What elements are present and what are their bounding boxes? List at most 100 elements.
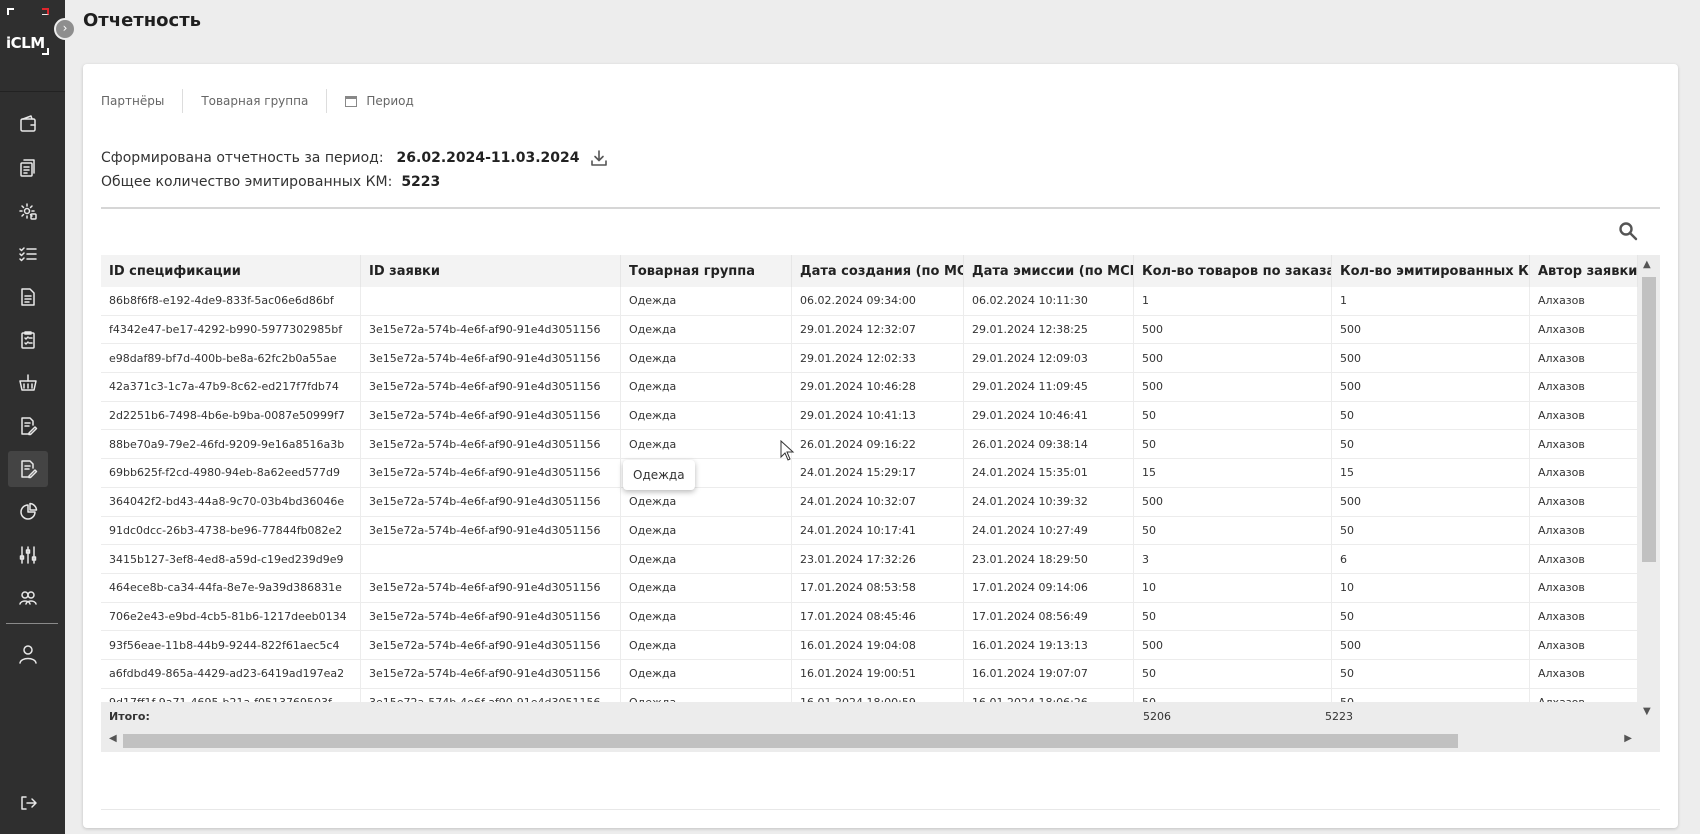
nav-document-icon[interactable] <box>8 279 48 315</box>
col-author-cell: Алхазов <box>1530 659 1638 688</box>
col-request-id-header[interactable]: ID заявки <box>361 255 621 287</box>
col-created-at-header[interactable]: Дата создания (по МСК) <box>792 255 964 287</box>
nav-user-icon[interactable] <box>8 636 48 672</box>
nav-task-list-icon[interactable] <box>8 322 48 358</box>
sidebar-collapse-button[interactable]: › <box>54 18 76 40</box>
table-row[interactable]: 42a371c3-1c7a-47b9-8c62-ed217f7fdb74 3e15… <box>101 373 1638 402</box>
vertical-scroll-thumb[interactable] <box>1642 277 1656 562</box>
col-author-header[interactable]: Автор заявки <box>1530 255 1638 287</box>
col-spec-id-header[interactable]: ID спецификации <box>101 255 361 287</box>
table-row[interactable]: 69bb625f-f2cd-4980-94eb-8a62eed577d9 3e15… <box>101 459 1638 488</box>
col-emitted-at-cell: 06.02.2024 10:11:30 <box>964 287 1134 315</box>
sidebar-divider <box>6 623 58 624</box>
col-emitted-qty-cell: 500 <box>1332 631 1530 659</box>
report-card: Партнёры Товарная группа Период Сформиро… <box>83 64 1678 828</box>
col-emitted-qty-header[interactable]: Кол-во эмитированных КМ <box>1332 255 1530 287</box>
table-row[interactable]: 86b8f6f8-e192-4de9-833f-5ac06e6d86bf Одеж… <box>101 287 1638 316</box>
nav-checklist-icon[interactable] <box>8 236 48 272</box>
col-created-at-cell: 16.01.2024 19:00:51 <box>792 659 964 688</box>
filter-period-label: Период <box>366 94 414 108</box>
nav-settings-icon[interactable] <box>8 193 48 229</box>
col-created-at-cell: 29.01.2024 12:32:07 <box>792 315 964 344</box>
col-request-id-cell: 3e15e72a-574b-4e6f-af90-91e4d3051156 <box>361 573 621 602</box>
filter-product-group[interactable]: Товарная группа <box>183 89 328 113</box>
col-request-id-cell: 3e15e72a-574b-4e6f-af90-91e4d3051156 <box>361 631 621 659</box>
totals-emitted: 5223 <box>1325 709 1353 723</box>
nav-sliders-icon[interactable] <box>8 537 48 573</box>
horizontal-scrollbar[interactable]: ◀ ▶ <box>101 730 1660 752</box>
col-emitted-qty-cell: 500 <box>1332 344 1530 373</box>
col-emitted-at-header[interactable]: Дата эмиссии (по МСК) <box>964 255 1134 287</box>
col-product-group-cell: Одежда <box>621 344 792 373</box>
col-orders-qty-cell: 50 <box>1134 401 1332 430</box>
col-author-cell: Алхазов <box>1530 516 1638 545</box>
col-author-cell: Алхазов <box>1530 430 1638 459</box>
col-created-at-cell: 16.01.2024 18:00:59 <box>792 688 964 702</box>
filter-period[interactable]: Период <box>327 89 431 113</box>
filter-partners[interactable]: Партнёры <box>101 89 184 113</box>
nav-documents-icon[interactable] <box>8 150 48 186</box>
col-request-id-cell: 3e15e72a-574b-4e6f-af90-91e4d3051156 <box>361 344 621 373</box>
table-row[interactable]: 93f56eae-11b8-44b9-9244-822f61aec5c4 3e15… <box>101 631 1638 660</box>
horizontal-scroll-thumb[interactable] <box>123 734 1458 748</box>
scroll-right-icon[interactable]: ▶ <box>1624 733 1632 744</box>
col-product-group-header[interactable]: Товарная группа <box>621 255 792 287</box>
nav-users-icon[interactable] <box>8 580 48 616</box>
nav-edit-document-icon[interactable] <box>8 408 48 444</box>
table-row[interactable]: e98daf89-bf7d-400b-be8a-62fc2b0a55ae 3e15… <box>101 344 1638 374</box>
vertical-scrollbar[interactable]: ▲ ▼ <box>1638 255 1660 730</box>
table-row[interactable]: 88be70a9-79e2-46fd-9209-9e16a8516a3b 3e15… <box>101 430 1638 460</box>
col-product-group-cell: Одежда <box>621 573 792 602</box>
col-orders-qty-header[interactable]: Кол-во товаров по заказам <box>1134 255 1332 287</box>
table-row[interactable]: 706e2e43-e9bd-4cb5-81b6-1217deeb0134 3e15… <box>101 602 1638 632</box>
table-row[interactable]: 3415b127-3ef8-4ed8-a59d-c19ed239d9e9 Одеж… <box>101 545 1638 574</box>
col-request-id-cell: 3e15e72a-574b-4e6f-af90-91e4d3051156 <box>361 659 621 688</box>
table-row[interactable]: 364042f2-bd43-44a8-9c70-03b4bd36046e 3e15… <box>101 487 1638 517</box>
col-orders-qty-cell: 1 <box>1134 287 1332 315</box>
col-emitted-at-cell: 26.01.2024 09:38:14 <box>964 430 1134 459</box>
col-product-group-cell: Одежда <box>621 631 792 659</box>
logo-corner-tr <box>42 8 49 15</box>
col-emitted-qty-cell: 10 <box>1332 573 1530 602</box>
col-author-cell: Алхазов <box>1530 401 1638 430</box>
download-icon[interactable] <box>590 149 608 167</box>
col-request-id-cell: 3e15e72a-574b-4e6f-af90-91e4d3051156 <box>361 315 621 344</box>
table-row[interactable]: 2d2251b6-7498-4b6e-b9ba-0087e50999f7 3e15… <box>101 401 1638 431</box>
table-row[interactable]: f4342e47-be17-4292-b990-5977302985bf 3e15… <box>101 315 1638 345</box>
scroll-left-icon[interactable]: ◀ <box>109 733 117 744</box>
col-request-id-cell: 3e15e72a-574b-4e6f-af90-91e4d3051156 <box>361 401 621 430</box>
col-emitted-at-cell: 16.01.2024 19:07:07 <box>964 659 1134 688</box>
col-product-group-cell: Одежда <box>621 401 792 430</box>
col-request-id-cell: 3e15e72a-574b-4e6f-af90-91e4d3051156 <box>361 688 621 702</box>
col-emitted-at-cell: 24.01.2024 15:35:01 <box>964 459 1134 487</box>
col-spec-id-cell: f4342e47-be17-4292-b990-5977302985bf <box>101 315 361 344</box>
table-row[interactable]: 91dc0dcc-26b3-4738-be96-77844fb082e2 3e15… <box>101 516 1638 546</box>
table-row[interactable]: 464ece8b-ca34-44fa-8e7e-9a39d386831e 3e15… <box>101 573 1638 603</box>
col-emitted-at-cell: 16.01.2024 19:13:13 <box>964 631 1134 659</box>
app-logo[interactable]: iCLM <box>4 8 52 56</box>
col-emitted-qty-cell: 50 <box>1332 516 1530 545</box>
col-product-group-cell: Одежда <box>621 516 792 545</box>
calendar-icon <box>345 95 358 107</box>
col-created-at-cell: 24.01.2024 10:17:41 <box>792 516 964 545</box>
sidebar-divider <box>0 91 65 92</box>
scroll-down-icon[interactable]: ▼ <box>1643 706 1651 717</box>
col-product-group-cell: Одежда <box>621 487 792 516</box>
report-summary: Сформирована отчетность за период: 26.02… <box>101 146 608 194</box>
col-emitted-at-cell: 29.01.2024 10:46:41 <box>964 401 1134 430</box>
col-orders-qty-cell: 500 <box>1134 631 1332 659</box>
nav-basket-icon[interactable] <box>8 365 48 401</box>
nav-pie-chart-icon[interactable] <box>8 494 48 530</box>
col-author-cell: Алхазов <box>1530 631 1638 659</box>
table-row[interactable]: 9d17ff1f-9a71-4695-b21a-f0513769503f3e15… <box>101 688 1638 702</box>
nav-reports-icon[interactable] <box>8 451 48 487</box>
col-created-at-cell: 24.01.2024 15:29:17 <box>792 459 964 487</box>
nav-logout-icon[interactable] <box>8 785 48 821</box>
col-product-group-cell: Одежда <box>621 688 792 702</box>
col-orders-qty-cell: 15 <box>1134 459 1332 487</box>
nav-wallet-icon[interactable] <box>8 106 48 142</box>
scroll-up-icon[interactable]: ▲ <box>1643 259 1651 270</box>
table-row[interactable]: a6fdbd49-865a-4429-ad23-6419ad197ea2 3e15… <box>101 659 1638 689</box>
total-km-label: Общее количество эмитированных КМ: <box>101 174 393 190</box>
search-icon[interactable] <box>1618 221 1640 243</box>
